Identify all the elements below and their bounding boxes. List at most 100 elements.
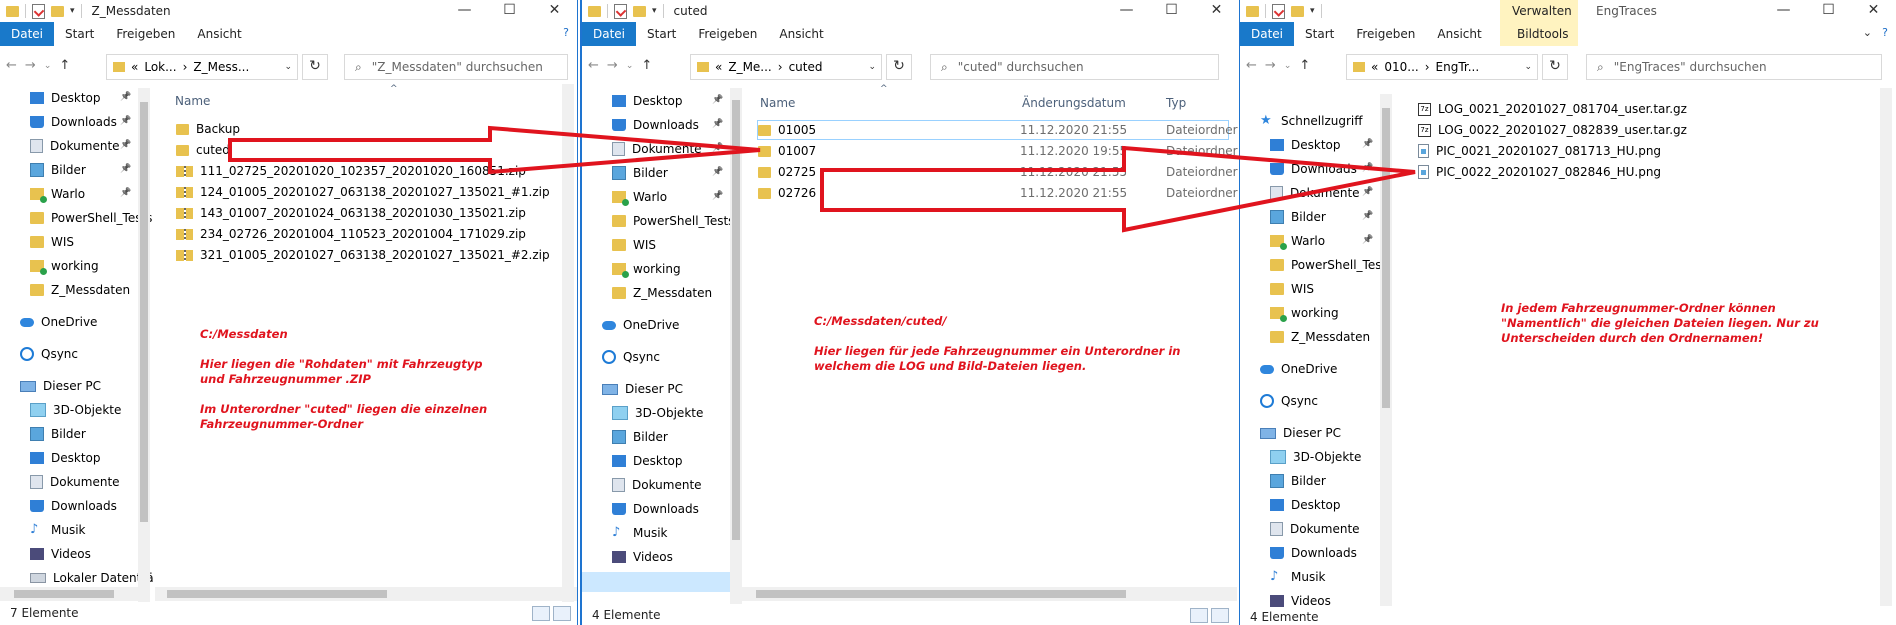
nav-scrollbar[interactable] [730,88,742,604]
scroll-thumb[interactable] [167,590,387,598]
new-folder-icon[interactable] [51,5,64,17]
context-tab-verwalten[interactable]: Verwalten [1512,4,1572,18]
sidebar-item[interactable]: ★ Schnellzugriff [1260,111,1363,131]
tab-bildtools[interactable]: Bildtools [1506,22,1580,46]
sidebar-item[interactable]: Dokumente [30,136,120,156]
scroll-thumb[interactable] [140,102,148,522]
sidebar-item[interactable]: 3D-Objekte [1270,447,1361,467]
file-row[interactable]: 7z LOG_0022_20201027_082839_user.tar.gz [1418,121,1687,139]
file-row[interactable]: 124_01005_20201027_063138_20201027_13502… [176,183,550,201]
file-row[interactable]: 01007 11.12.2020 19:55 Dateiordner [758,142,1238,160]
sidebar-item[interactable]: ♪ Musik [612,523,668,543]
sidebar-item[interactable]: Qsync [1260,391,1318,411]
customize-toolbar-icon[interactable]: ▾ [70,6,75,16]
sidebar-item[interactable]: Dokumente [612,475,702,495]
sidebar-item[interactable]: ♪ Musik [30,520,86,540]
pin-icon[interactable]: 📌 [1362,235,1373,245]
maximize-icon[interactable]: ☐ [1149,0,1194,22]
file-row[interactable]: 02725 11.12.2020 21:55 Dateiordner [758,163,1238,181]
sidebar-item[interactable]: Downloads [1270,159,1357,179]
chevron-down-icon[interactable]: ⌄ [868,62,876,72]
sidebar-item[interactable]: Dieser PC [1260,423,1341,443]
sidebar-item[interactable]: working [612,259,681,279]
sidebar-item[interactable]: Bilder [30,160,86,180]
file-row[interactable]: Backup [176,120,240,138]
maximize-icon[interactable]: ☐ [487,0,532,22]
address-segment-2[interactable]: cuted [789,60,823,74]
sidebar-item[interactable]: Warlo [30,184,85,204]
maximize-icon[interactable]: ☐ [1806,0,1851,22]
scroll-thumb[interactable] [14,590,114,598]
pin-icon[interactable]: 📌 [120,164,131,174]
recent-locations-icon[interactable]: ⌄ [44,58,52,74]
address-bar[interactable]: « Z_Me... › cuted ⌄ [690,54,882,80]
sidebar-item[interactable]: OneDrive [20,312,97,332]
forward-icon[interactable]: → [1265,58,1276,74]
pin-icon[interactable]: 📌 [1362,139,1373,149]
tab-ansicht[interactable]: Ansicht [768,22,834,46]
address-bar[interactable]: « Lok... › Z_Mess... ⌄ [106,54,298,80]
sidebar-item[interactable]: Warlo [1270,231,1325,251]
pin-icon[interactable]: 📌 [120,92,131,102]
address-separator-icon[interactable]: › [778,60,783,74]
address-segment-2[interactable]: EngTr... [1436,60,1480,74]
file-row[interactable]: PIC_0021_20201027_081713_HU.png [1418,142,1661,160]
pin-icon[interactable]: 📌 [712,119,723,129]
search-input[interactable]: ⌕ "cuted" durchsuchen [930,54,1219,80]
tab-freigeben[interactable]: Freigeben [687,22,768,46]
scroll-thumb[interactable] [1382,108,1390,408]
address-separator-icon[interactable]: › [1425,60,1430,74]
content-scrollbar[interactable] [1880,88,1892,606]
content-horizontal-scrollbar[interactable] [742,587,1237,601]
refresh-button[interactable]: ↻ [1542,54,1568,80]
pin-icon[interactable]: 📌 [1362,187,1373,197]
forward-icon[interactable]: → [607,58,618,74]
properties-icon[interactable] [32,3,45,19]
tiles-view-icon[interactable] [1211,608,1229,623]
sidebar-item[interactable]: Downloads [612,499,699,519]
details-view-icon[interactable] [532,606,550,621]
sidebar-item[interactable]: Bilder [612,427,668,447]
sidebar-item[interactable]: Warlo [612,187,667,207]
tiles-view-icon[interactable] [553,606,571,621]
sidebar-item[interactable]: Videos [612,547,673,567]
tab-ansicht[interactable]: Ansicht [186,22,252,46]
pin-icon[interactable]: 📌 [1362,163,1373,173]
sidebar-item[interactable]: Downloads [1270,543,1357,563]
address-segment-1[interactable]: Z_Me... [728,60,771,74]
pin-icon[interactable]: 📌 [120,116,131,126]
chevron-down-icon[interactable]: ⌄ [1863,26,1872,39]
file-row[interactable]: 143_01007_20201024_063138_20201030_13502… [176,204,526,222]
back-icon[interactable]: ← [588,58,599,74]
details-view-icon[interactable] [1190,608,1208,623]
tab-datei[interactable]: Datei [0,22,55,46]
file-row[interactable]: cuted [176,141,230,159]
up-icon[interactable]: ↑ [641,58,652,74]
sidebar-item[interactable]: Desktop [30,88,101,108]
sidebar-item[interactable]: 3D-Objekte [30,400,121,420]
pin-icon[interactable]: 📌 [120,140,131,150]
minimize-icon[interactable]: — [1104,0,1149,22]
sidebar-item[interactable]: Desktop [1270,135,1341,155]
refresh-button[interactable]: ↻ [302,54,328,80]
close-icon[interactable]: ✕ [1194,0,1239,22]
customize-toolbar-icon[interactable]: ▾ [652,6,657,16]
sidebar-item[interactable]: WIS [1270,279,1314,299]
sidebar-item[interactable]: PowerShell_Tests [1270,255,1392,275]
sidebar-item[interactable]: working [1270,303,1339,323]
chevron-down-icon[interactable]: ⌄ [1524,62,1532,72]
sidebar-item[interactable]: Qsync [20,344,78,364]
content-scrollbar[interactable] [562,84,574,602]
tab-start[interactable]: Start [636,22,687,46]
address-bar[interactable]: « 010... › EngTr... ⌄ [1346,54,1538,80]
pin-icon[interactable]: 📌 [712,95,723,105]
refresh-button[interactable]: ↻ [886,54,912,80]
file-row[interactable]: 7z LOG_0021_20201027_081704_user.tar.gz [1418,100,1687,118]
file-row[interactable]: 02726 11.12.2020 21:55 Dateiordner [758,184,1238,202]
tab-ansicht[interactable]: Ansicht [1426,22,1492,46]
minimize-icon[interactable]: — [442,0,487,22]
pin-icon[interactable]: 📌 [1362,211,1373,221]
scroll-thumb[interactable] [732,100,740,540]
sidebar-item[interactable]: Z_Messdaten [1270,327,1370,347]
close-icon[interactable]: ✕ [532,0,577,22]
